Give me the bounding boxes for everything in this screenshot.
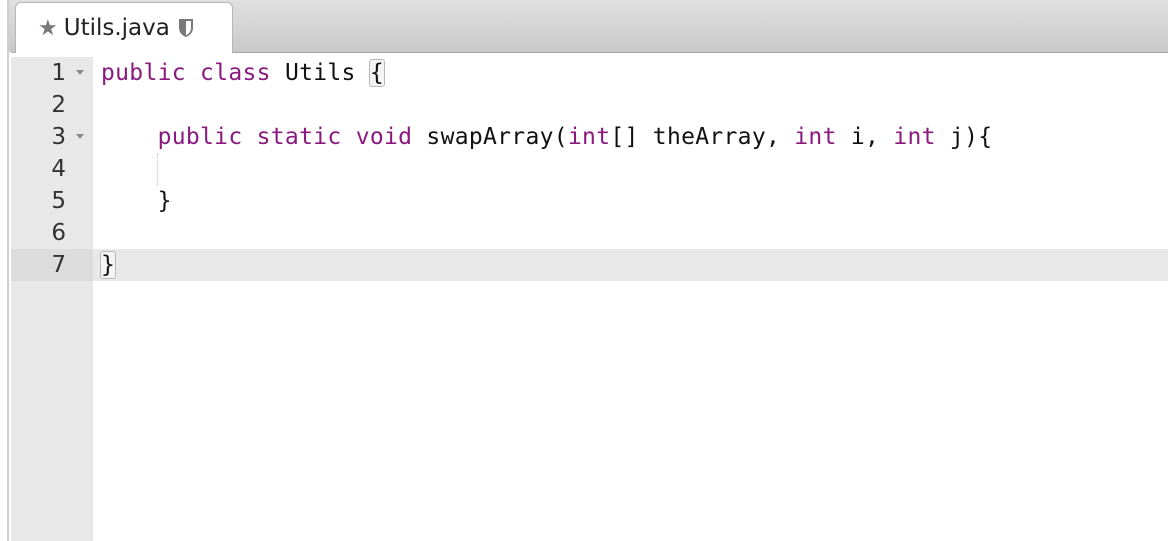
keyword: void — [355, 124, 413, 150]
code-token: i, — [836, 124, 894, 150]
line-number-text: 3 — [51, 124, 66, 150]
line-number: 7 — [11, 249, 93, 281]
code-text: } — [101, 188, 172, 214]
line-number: 2 — [11, 89, 93, 121]
code-token: swapArray( — [412, 124, 568, 150]
code-token: j){ — [935, 124, 993, 150]
line-number: 6 — [11, 217, 93, 249]
keyword: public — [101, 60, 186, 86]
tab-utils-java[interactable]: ★ Utils.java — [15, 2, 233, 53]
keyword: public — [157, 124, 243, 150]
code-line-4[interactable]: 4 — [11, 153, 1168, 185]
code-line-6[interactable]: 6 — [11, 217, 1168, 249]
keyword: static — [256, 124, 342, 150]
code-token: Utils — [270, 60, 370, 86]
code-line-5[interactable]: 5 } — [11, 185, 1168, 217]
line-number-text: 2 — [51, 92, 66, 118]
code-editor[interactable]: 1 public class Utils { 2 3 public static… — [11, 57, 1168, 541]
line-number: 5 — [11, 185, 93, 217]
line-number-text: 1 — [51, 60, 66, 86]
code-text: public class Utils { — [93, 59, 385, 87]
fold-arrow-icon[interactable] — [76, 70, 84, 75]
code-line-7-active[interactable]: 7 } — [11, 249, 1168, 281]
matching-brace: { — [368, 59, 385, 87]
line-number: 1 — [11, 57, 93, 89]
window-left-border — [7, 0, 9, 541]
code-line-1[interactable]: 1 public class Utils { — [11, 57, 1168, 89]
code-text: } — [93, 251, 117, 279]
code-line-3[interactable]: 3 public static void swapArray(int[] the… — [11, 121, 1168, 153]
code-token: [] theArray, — [610, 124, 795, 150]
line-number-text: 6 — [51, 220, 66, 246]
matching-brace-cursor: } — [99, 251, 117, 279]
tab-label: Utils.java — [63, 15, 170, 41]
line-number: 3 — [11, 121, 93, 153]
line-number: 4 — [11, 153, 93, 185]
keyword: int — [567, 124, 611, 150]
keyword: int — [794, 124, 837, 150]
line-number-text: 4 — [51, 156, 66, 182]
indent-guide — [157, 153, 158, 185]
code-text: public static void swapArray(int[] theAr… — [93, 124, 992, 150]
fold-arrow-icon[interactable] — [76, 134, 84, 139]
line-number-text: 7 — [51, 252, 66, 278]
line-number-text: 5 — [51, 188, 66, 214]
keyword: int — [893, 124, 936, 150]
shield-icon — [178, 18, 194, 38]
star-icon[interactable]: ★ — [38, 16, 58, 41]
keyword: class — [200, 60, 271, 86]
code-line-2[interactable]: 2 — [11, 89, 1168, 121]
